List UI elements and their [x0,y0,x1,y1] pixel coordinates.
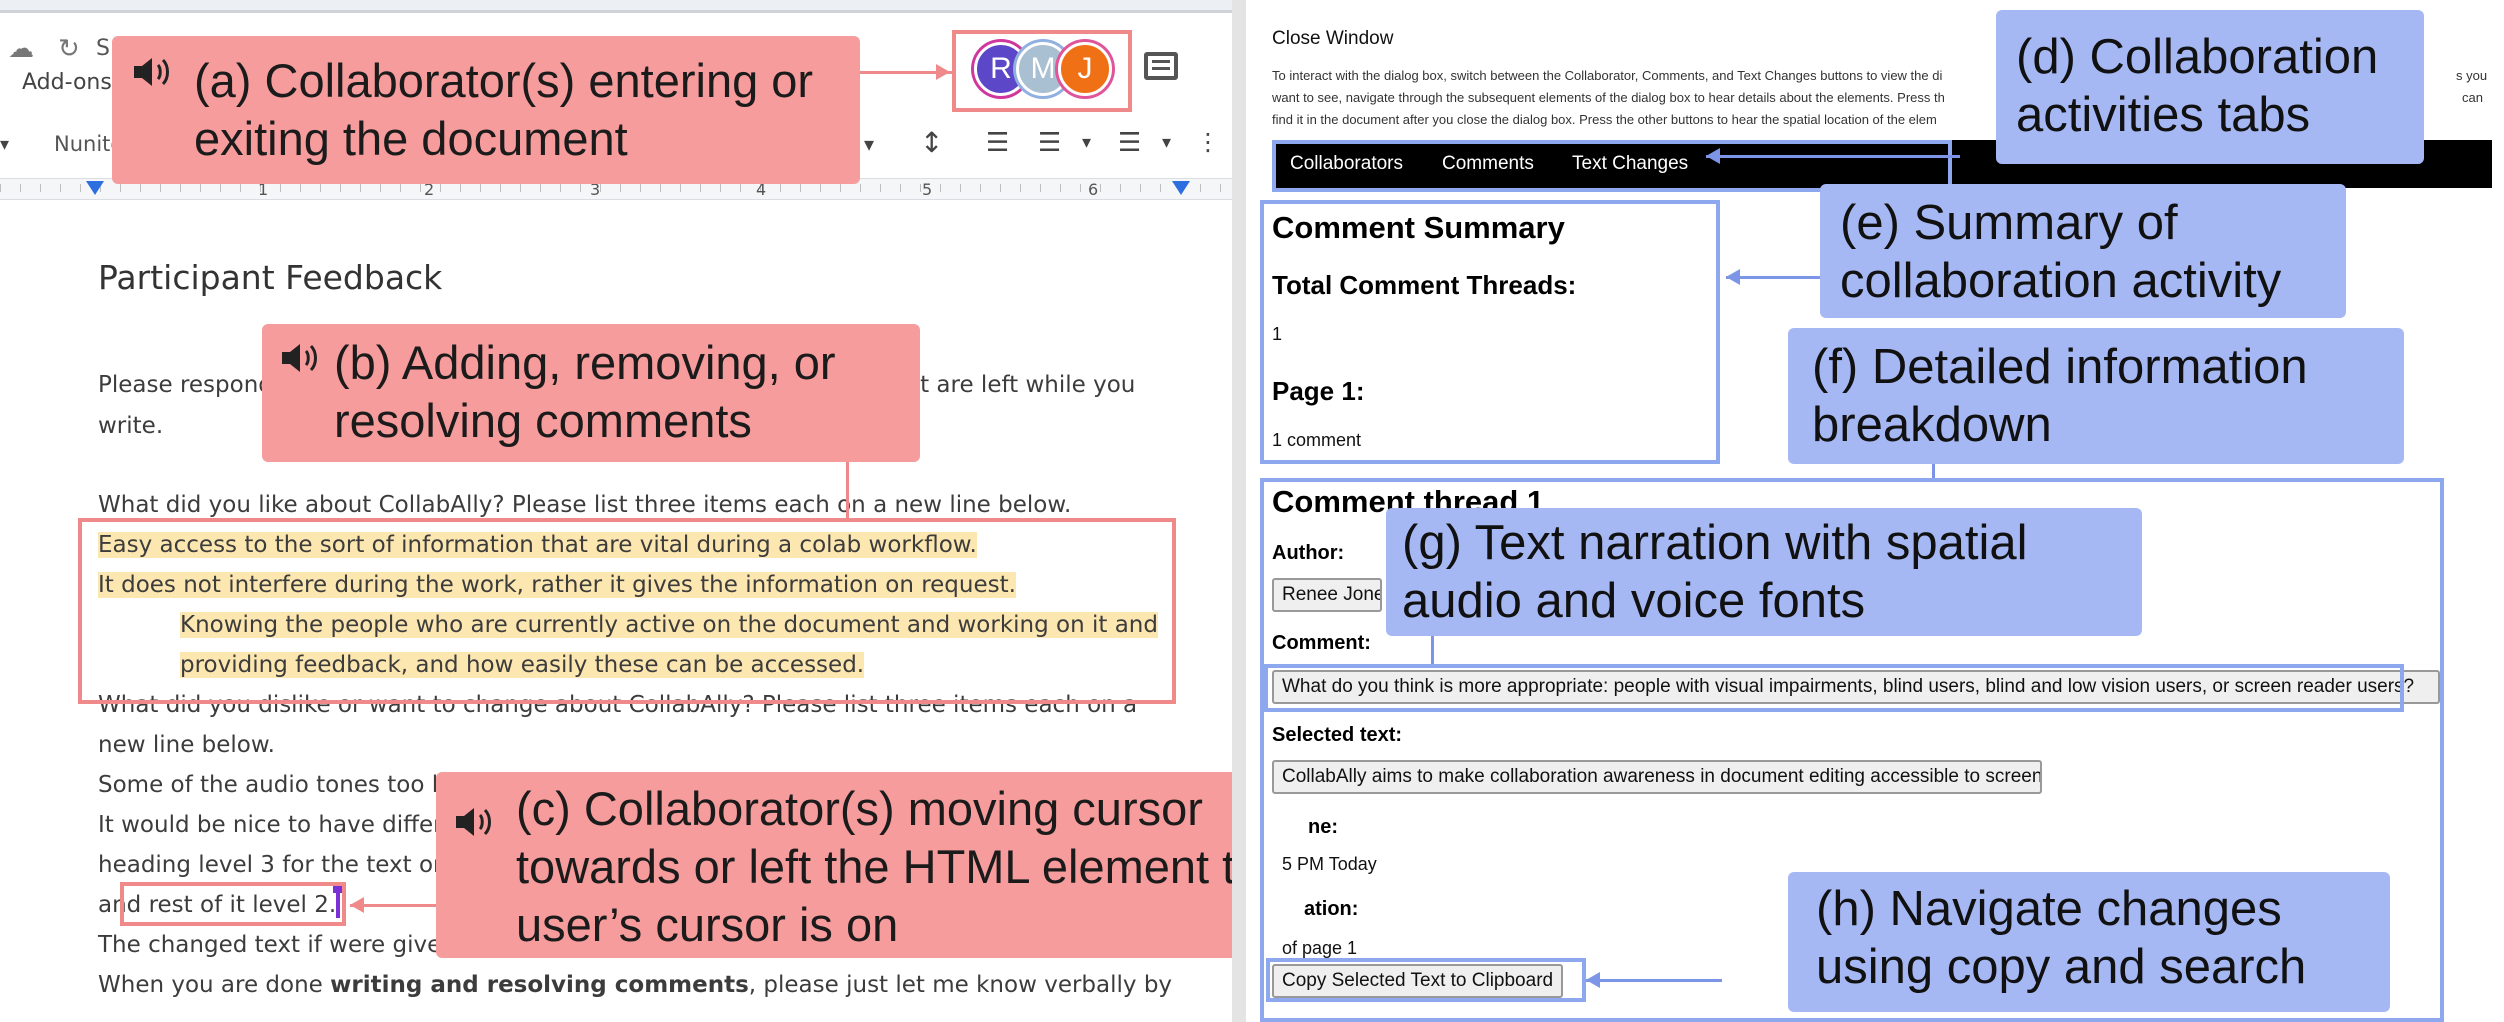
collabally-dialog-panel: Close Window To interact with the dialog… [1246,0,2504,1022]
more-icon[interactable]: ⋮ [1196,128,1220,156]
close-window-link[interactable]: Close Window [1272,28,1393,50]
speaker-icon [456,808,491,836]
document-editor-panel: ☁ ↻ S Add-ons ▾ Nunito ▾ ↕ ☰ ☰ ▾ ☰ ▾ ⋮ 1… [0,0,1232,1022]
arrow-d [1706,155,1960,158]
location-value: of page 1 [1282,938,1358,958]
callout-g-text: (g) Text narration with spatial audio an… [1402,516,2028,628]
browser-top-strip [0,0,1232,10]
size-caret-icon[interactable]: ▾ [864,132,874,156]
doc-line: at are left while you [906,372,1136,398]
doc-line: write. [98,413,164,439]
menu-s-fragment: S [96,36,110,61]
ruler-number: 6 [1088,180,1099,199]
arrowhead-a [936,64,950,80]
location-label: ation: [1304,898,1359,920]
instruction-line-end: s you [2456,68,2488,83]
callout-e-text: (e) Summary of collaboration activity [1840,196,2282,308]
doc-line: The changed text if were give [98,932,442,958]
doc-line: heading level 3 for the text or [98,852,443,878]
doc-line: Some of the audio tones too lo [98,772,453,798]
doc-line-with-bold: When you are done writing and resolving … [98,972,1173,998]
ruler-ticks [0,184,1232,192]
time-label: ne: [1308,816,1338,838]
arrowhead-e [1726,269,1740,285]
callout-d: (d) Collaboration activities tabs [1996,10,2424,164]
selected-text-label: Selected text: [1272,724,1403,746]
top-divider [0,10,1232,13]
callout-e: (e) Summary of collaboration activity [1820,184,2346,318]
addons-menu[interactable]: Add-ons [22,70,112,95]
comments-highlight-box [78,518,1176,704]
callout-a: (a) Collaborator(s) entering or exiting … [112,36,860,184]
author-label: Author: [1272,542,1345,564]
arrow-g [1431,636,1434,664]
arrow-b [846,460,849,518]
callout-g: (g) Text narration with spatial audio an… [1386,508,2142,636]
arrowhead-h [1586,972,1600,988]
number-caret-icon[interactable]: ▾ [1162,132,1171,153]
arrow-h [1586,979,1722,982]
page-comment-count: 1 comment [1272,430,1362,450]
total-threads-value: 1 [1272,324,1283,344]
selected-text-field[interactable]: CollabAlly aims to make collaboration aw… [1272,760,2042,794]
bulleted-list-icon[interactable]: ☰ [1038,128,1061,158]
arrow-f [1932,464,1935,478]
callout-h-text: (h) Navigate changes using copy and sear… [1816,882,2307,994]
sync-icon[interactable]: ↻ [58,34,80,64]
bold-phrase: writing and resolving comments [330,972,749,998]
line-spacing-icon[interactable]: ↕ [920,126,943,159]
callout-f-text: (f) Detailed information breakdown [1812,340,2308,452]
doc-line: new line below. [98,732,275,758]
doc-line: It would be nice to have differ [98,812,443,838]
instruction-line: want to see, navigate through the subseq… [1272,90,1945,105]
comments-icon[interactable] [1144,52,1178,80]
copy-highlight-box [1266,958,1586,1002]
instruction-line-end: can [2462,90,2483,105]
checklist-icon[interactable]: ☰ [986,128,1009,158]
total-threads-label: Total Comment Threads: [1272,270,1577,300]
arrowhead-d [1706,148,1720,164]
numbered-list-icon[interactable]: ☰ [1118,128,1141,158]
speaker-icon [134,58,169,86]
cursor-highlight-box [120,882,346,926]
panel-divider [1232,0,1246,1022]
instruction-line: To interact with the dialog box, switch … [1272,68,1943,83]
author-value-field[interactable]: Renee Jones [1272,578,1382,612]
document-title: Participant Feedback [98,258,443,297]
summary-heading: Comment Summary [1272,210,1565,245]
callout-b: (b) Adding, removing, or resolving comme… [262,324,920,462]
doc-line: What did you like about CollabAlly? Plea… [98,492,1072,518]
arrow-e [1726,276,1830,279]
arrowhead-c [350,897,364,913]
callout-d-text: (d) Collaboration activities tabs [2016,30,2379,142]
page-label: Page 1: [1272,376,1365,406]
comment-highlight-box [1264,664,2404,712]
bullet-caret-icon[interactable]: ▾ [1082,132,1091,153]
callout-a-text: (a) Collaborator(s) entering or exiting … [194,54,814,165]
callout-f: (f) Detailed information breakdown [1788,328,2404,464]
ruler-number: 5 [922,180,933,199]
doc-line: Please respond [98,372,273,398]
time-value: 5 PM Today [1282,854,1377,874]
speaker-icon [282,344,317,372]
dropdown-caret-icon[interactable]: ▾ [0,134,9,155]
callout-b-text: (b) Adding, removing, or resolving comme… [334,336,836,447]
instruction-line: find it in the document after you close … [1272,112,1937,127]
callout-c: (c) Collaborator(s) moving cursor toward… [436,772,1232,958]
cloud-icon[interactable]: ☁ [8,34,34,64]
avatar[interactable]: J [1058,42,1112,96]
comment-label: Comment: [1272,632,1371,654]
callout-c-text: (c) Collaborator(s) moving cursor toward… [516,782,1232,951]
callout-h: (h) Navigate changes using copy and sear… [1788,872,2390,1012]
